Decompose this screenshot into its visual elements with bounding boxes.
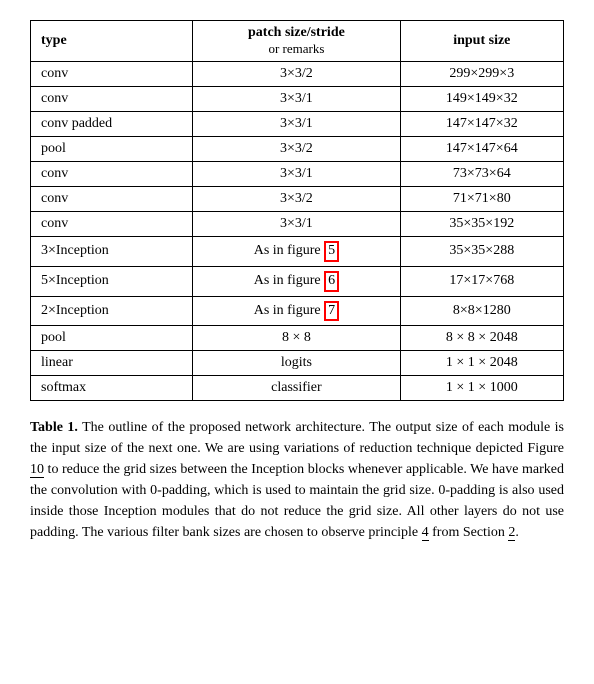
col-header-input: input size — [400, 21, 563, 62]
cell-patch: 3×3/2 — [193, 187, 400, 212]
cell-patch: 3×3/1 — [193, 87, 400, 112]
figure-ref: 5 — [324, 241, 339, 262]
cell-input: 35×35×288 — [400, 237, 563, 267]
cell-type: 5×Inception — [31, 266, 193, 296]
cell-type: conv — [31, 87, 193, 112]
cell-patch: 3×3/1 — [193, 162, 400, 187]
table-row: conv3×3/2299×299×3 — [31, 62, 564, 87]
cell-type: 2×Inception — [31, 296, 193, 326]
cell-patch: 3×3/2 — [193, 137, 400, 162]
cell-input: 35×35×192 — [400, 212, 563, 237]
ref-10: 10 — [30, 462, 44, 478]
cell-type: 3×Inception — [31, 237, 193, 267]
table-row: 3×InceptionAs in figure 535×35×288 — [31, 237, 564, 267]
cell-patch: As in figure 5 — [193, 237, 400, 267]
table-caption: Table 1. The outline of the proposed net… — [30, 417, 564, 543]
table-row: pool3×3/2147×147×64 — [31, 137, 564, 162]
cell-patch: classifier — [193, 376, 400, 401]
cell-type: conv — [31, 162, 193, 187]
table-row: conv3×3/173×73×64 — [31, 162, 564, 187]
cell-patch: As in figure 6 — [193, 266, 400, 296]
cell-input: 71×71×80 — [400, 187, 563, 212]
col-header-patch: patch size/stride or remarks — [193, 21, 400, 62]
col-header-type: type — [31, 21, 193, 62]
cell-type: conv — [31, 62, 193, 87]
figure-ref: 6 — [324, 271, 339, 292]
table-row: pool8 × 88 × 8 × 2048 — [31, 326, 564, 351]
table-row: conv3×3/1149×149×32 — [31, 87, 564, 112]
caption-text1: The outline of the proposed network arch… — [30, 420, 564, 456]
ref-4: 4 — [422, 525, 429, 541]
cell-patch: 3×3/1 — [193, 112, 400, 137]
cell-patch: 3×3/2 — [193, 62, 400, 87]
cell-type: conv — [31, 212, 193, 237]
cell-patch: logits — [193, 351, 400, 376]
cell-type: pool — [31, 137, 193, 162]
figure-ref: 7 — [324, 301, 339, 322]
cell-input: 8×8×1280 — [400, 296, 563, 326]
cell-input: 1 × 1 × 1000 — [400, 376, 563, 401]
cell-input: 73×73×64 — [400, 162, 563, 187]
table-row: 5×InceptionAs in figure 617×17×768 — [31, 266, 564, 296]
cell-patch: 8 × 8 — [193, 326, 400, 351]
cell-type: conv padded — [31, 112, 193, 137]
table-row: 2×InceptionAs in figure 78×8×1280 — [31, 296, 564, 326]
cell-input: 149×149×32 — [400, 87, 563, 112]
caption-label: Table 1. — [30, 420, 78, 435]
cell-patch: 3×3/1 — [193, 212, 400, 237]
table-row: softmaxclassifier1 × 1 × 1000 — [31, 376, 564, 401]
cell-type: linear — [31, 351, 193, 376]
cell-input: 147×147×64 — [400, 137, 563, 162]
cell-input: 8 × 8 × 2048 — [400, 326, 563, 351]
caption-text3: from Section — [429, 525, 509, 540]
architecture-table: type patch size/stride or remarks input … — [30, 20, 564, 401]
table-row: conv3×3/271×71×80 — [31, 187, 564, 212]
cell-type: softmax — [31, 376, 193, 401]
cell-type: pool — [31, 326, 193, 351]
caption-text4: . — [515, 525, 519, 540]
cell-input: 147×147×32 — [400, 112, 563, 137]
table-row: conv padded3×3/1147×147×32 — [31, 112, 564, 137]
table-row: conv3×3/135×35×192 — [31, 212, 564, 237]
table-row: linearlogits1 × 1 × 2048 — [31, 351, 564, 376]
cell-input: 299×299×3 — [400, 62, 563, 87]
cell-patch: As in figure 7 — [193, 296, 400, 326]
cell-type: conv — [31, 187, 193, 212]
cell-input: 17×17×768 — [400, 266, 563, 296]
cell-input: 1 × 1 × 2048 — [400, 351, 563, 376]
